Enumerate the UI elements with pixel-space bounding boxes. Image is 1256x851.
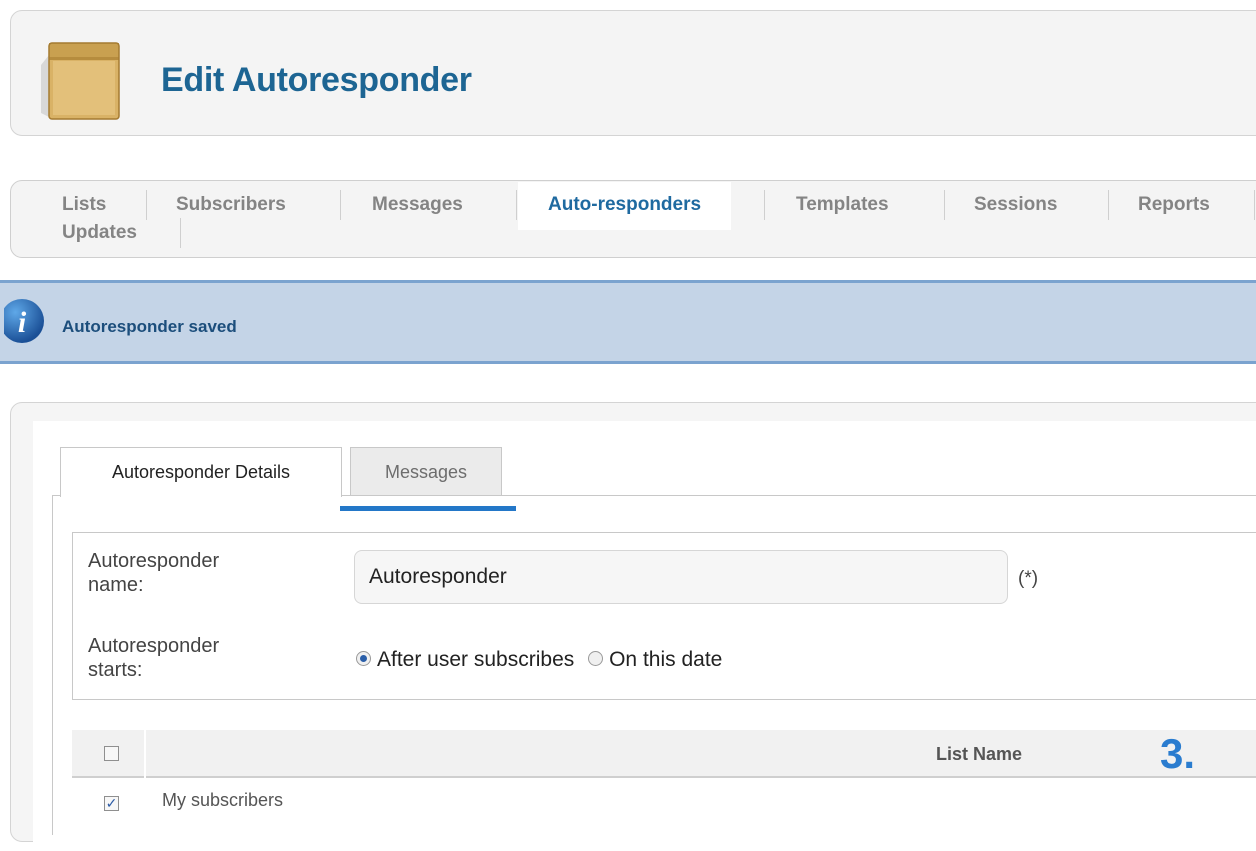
nav-item-reports[interactable]: Reports [1138, 194, 1210, 216]
alert-text: Autoresponder saved [62, 317, 237, 336]
nav-item-auto-responders[interactable]: Auto-responders [518, 182, 732, 230]
page-header: Edit Autoresponder [10, 10, 1256, 136]
radio-label-after-subscribe: After user subscribes [377, 648, 575, 671]
column-divider [144, 730, 146, 778]
nav-divider [340, 190, 341, 220]
list-name-header[interactable]: List Name [936, 744, 1022, 765]
nav-divider [764, 190, 765, 220]
nav-divider [516, 190, 517, 220]
nav-divider [944, 190, 945, 220]
step-marker: 3. [1160, 730, 1196, 777]
package-box-icon [41, 42, 120, 120]
select-all-checkbox[interactable] [104, 746, 119, 761]
tab-autoresponder-details[interactable]: Autoresponder Details [60, 447, 342, 497]
nav-divider [180, 218, 181, 248]
success-message: i Autoresponder saved [0, 280, 1256, 364]
list-row-checkbox[interactable]: ✓ [104, 796, 119, 811]
highlight-underline [340, 506, 516, 511]
autoresponder-name-input[interactable] [354, 550, 1008, 604]
nav-divider [146, 190, 147, 220]
starts-label: Autoresponder starts: [88, 635, 220, 681]
table-header [72, 730, 1256, 778]
radio-after-subscribe[interactable] [356, 650, 371, 666]
required-marker: (*) [1018, 568, 1039, 589]
nav-item-lists[interactable]: Lists [62, 194, 106, 216]
page-title: Edit Autoresponder [161, 61, 472, 99]
nav-item-sessions[interactable]: Sessions [974, 194, 1057, 216]
radio-label-on-date: On this date [609, 648, 723, 671]
nav-item-messages[interactable]: Messages [372, 194, 463, 216]
nav-item-subscribers[interactable]: Subscribers [176, 194, 286, 216]
nav-item-updates[interactable]: Updates [62, 222, 137, 244]
radio-on-date[interactable] [588, 650, 604, 666]
nav-divider [1254, 190, 1255, 220]
starts-options: After user subscribes On this date [356, 648, 722, 672]
list-row-name: My subscribers [162, 790, 284, 810]
tab-messages[interactable]: Messages [350, 447, 502, 495]
nav-divider [1108, 190, 1109, 220]
svg-text:i: i [18, 306, 27, 339]
nav-item-templates[interactable]: Templates [796, 194, 889, 216]
name-label: Autoresponder name: [88, 550, 220, 596]
info-icon: i [4, 299, 44, 343]
